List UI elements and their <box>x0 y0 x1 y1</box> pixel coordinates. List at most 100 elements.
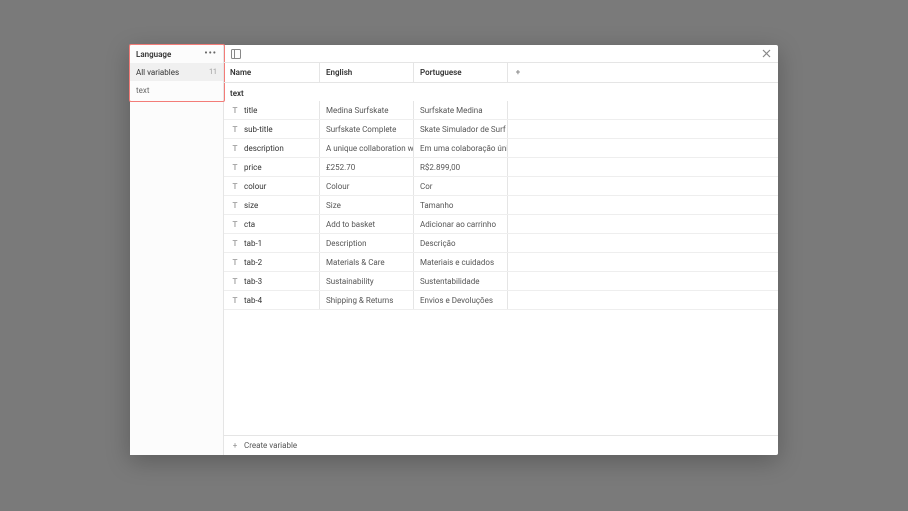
cell-name[interactable]: Tprice <box>224 158 320 176</box>
cell-english[interactable]: Colour <box>320 177 414 195</box>
cell-portuguese[interactable]: Adicionar ao carrinho <box>414 215 508 233</box>
text-type-icon: T <box>230 163 240 172</box>
collection-label: Language <box>136 50 171 59</box>
table-row[interactable]: TsizeSizeTamanho <box>224 196 778 215</box>
cell-name[interactable]: Ttab-1 <box>224 234 320 252</box>
col-header-mode1[interactable]: English <box>320 63 414 82</box>
cell-spacer <box>508 291 778 309</box>
cell-portuguese[interactable]: Tamanho <box>414 196 508 214</box>
variable-name: tab-3 <box>244 277 262 286</box>
cell-portuguese[interactable]: Skate Simulador de Surf Completo <box>414 120 508 138</box>
cell-portuguese[interactable]: Em uma colaboração única com o <box>414 139 508 157</box>
plus-icon: + <box>514 68 522 77</box>
cell-name[interactable]: Ttitle <box>224 101 320 119</box>
variable-name: title <box>244 106 257 115</box>
more-icon[interactable]: ••• <box>204 50 217 59</box>
table-row[interactable]: Ttab-3SustainabilitySustentabilidade <box>224 272 778 291</box>
text-type-icon: T <box>230 296 240 305</box>
cell-spacer <box>508 139 778 157</box>
plus-icon: + <box>230 441 240 450</box>
col-header-name[interactable]: Name <box>224 63 320 82</box>
variable-name: tab-1 <box>244 239 262 248</box>
table-row[interactable]: TctaAdd to basketAdicionar ao carrinho <box>224 215 778 234</box>
panel-toggle-icon[interactable] <box>230 48 242 60</box>
sidebar-item-all[interactable]: All variables 11 <box>130 63 223 81</box>
cell-english[interactable]: Shipping & Returns <box>320 291 414 309</box>
collection-header[interactable]: Language ••• <box>130 45 223 63</box>
cell-spacer <box>508 215 778 233</box>
sidebar-item-label: All variables <box>136 68 179 77</box>
cell-portuguese[interactable]: Surfskate Medina <box>414 101 508 119</box>
table-row[interactable]: Ttab-2Materials & CareMateriais e cuidad… <box>224 253 778 272</box>
table-row[interactable]: Ttab-1DescriptionDescrição <box>224 234 778 253</box>
variable-name: sub-title <box>244 125 273 134</box>
create-variable-button[interactable]: + Create variable <box>224 435 778 455</box>
table-row[interactable]: TcolourColourCor <box>224 177 778 196</box>
cell-spacer <box>508 158 778 176</box>
table-body: TtitleMedina SurfskateSurfskate MedinaTs… <box>224 101 778 435</box>
cell-name[interactable]: Tsub-title <box>224 120 320 138</box>
text-type-icon: T <box>230 106 240 115</box>
cell-spacer <box>508 101 778 119</box>
cell-english[interactable]: Medina Surfskate <box>320 101 414 119</box>
variables-modal: Language ••• All variables 11 text <box>130 45 778 455</box>
variable-name: tab-4 <box>244 296 262 305</box>
cell-name[interactable]: Tcolour <box>224 177 320 195</box>
cell-name[interactable]: Ttab-3 <box>224 272 320 290</box>
cell-portuguese[interactable]: Materiais e cuidados <box>414 253 508 271</box>
variable-name: description <box>244 144 284 153</box>
variable-name: tab-2 <box>244 258 262 267</box>
cell-spacer <box>508 234 778 252</box>
table-header: Name English Portuguese + <box>224 63 778 83</box>
create-variable-label: Create variable <box>244 441 297 450</box>
variable-name: size <box>244 201 258 210</box>
cell-portuguese[interactable]: Sustentabilidade <box>414 272 508 290</box>
cell-name[interactable]: Tcta <box>224 215 320 233</box>
cell-english[interactable]: Description <box>320 234 414 252</box>
cell-english[interactable]: Surfskate Complete <box>320 120 414 138</box>
main-panel: Name English Portuguese + text TtitleMed… <box>224 45 778 455</box>
cell-spacer <box>508 177 778 195</box>
cell-spacer <box>508 196 778 214</box>
close-icon[interactable] <box>760 48 772 60</box>
sidebar-item-count: 11 <box>209 68 217 76</box>
cell-english[interactable]: A unique collaboration with three <box>320 139 414 157</box>
section-title: text <box>224 83 778 101</box>
table-row[interactable]: Tprice£252.70R$2.899,00 <box>224 158 778 177</box>
cell-name[interactable]: Tsize <box>224 196 320 214</box>
cell-name[interactable]: Ttab-4 <box>224 291 320 309</box>
table-row[interactable]: TdescriptionA unique collaboration with … <box>224 139 778 158</box>
cell-english[interactable]: Sustainability <box>320 272 414 290</box>
text-type-icon: T <box>230 258 240 267</box>
cell-portuguese[interactable]: Descrição <box>414 234 508 252</box>
topbar <box>224 45 778 63</box>
cell-english[interactable]: Size <box>320 196 414 214</box>
table-row[interactable]: TtitleMedina SurfskateSurfskate Medina <box>224 101 778 120</box>
cell-english[interactable]: Add to basket <box>320 215 414 233</box>
add-mode-button[interactable]: + <box>508 63 528 82</box>
table-row[interactable]: Ttab-4Shipping & ReturnsEnvios e Devoluç… <box>224 291 778 310</box>
cell-portuguese[interactable]: Envios e Devoluções <box>414 291 508 309</box>
cell-spacer <box>508 253 778 271</box>
cell-portuguese[interactable]: R$2.899,00 <box>414 158 508 176</box>
variable-name: cta <box>244 220 255 229</box>
cell-name[interactable]: Tdescription <box>224 139 320 157</box>
cell-name[interactable]: Ttab-2 <box>224 253 320 271</box>
col-header-mode2[interactable]: Portuguese <box>414 63 508 82</box>
text-type-icon: T <box>230 277 240 286</box>
sidebar-item-label: text <box>136 86 149 95</box>
col-header-spacer <box>528 63 778 82</box>
sidebar-item-text[interactable]: text <box>130 81 223 99</box>
text-type-icon: T <box>230 144 240 153</box>
sidebar: Language ••• All variables 11 text <box>130 45 224 455</box>
cell-spacer <box>508 272 778 290</box>
cell-english[interactable]: £252.70 <box>320 158 414 176</box>
text-type-icon: T <box>230 239 240 248</box>
text-type-icon: T <box>230 220 240 229</box>
text-type-icon: T <box>230 125 240 134</box>
cell-english[interactable]: Materials & Care <box>320 253 414 271</box>
variable-name: colour <box>244 182 266 191</box>
table-row[interactable]: Tsub-titleSurfskate CompleteSkate Simula… <box>224 120 778 139</box>
text-type-icon: T <box>230 182 240 191</box>
cell-portuguese[interactable]: Cor <box>414 177 508 195</box>
